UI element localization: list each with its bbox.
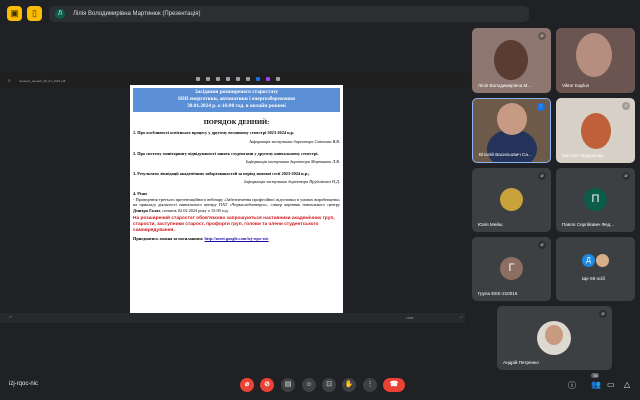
camera-toggle-button[interactable]: ⊘	[260, 378, 274, 392]
mic-off-icon: ⌀	[599, 310, 607, 318]
agenda-item: 2. Про систему моніторингу відвідуваност…	[133, 150, 319, 156]
file-name: порядок_денний_30_01_2024.pdf	[18, 78, 66, 83]
mic-toggle-button[interactable]: ⌀	[240, 378, 254, 392]
avatar: Г	[500, 257, 523, 280]
meet-link[interactable]: http://meet.google.com/izj-rqoc-nic	[205, 236, 269, 241]
participant-tile[interactable]: ⌀ Лілія Володимирівна М...	[472, 28, 551, 93]
participant-tile[interactable]: П ⌀ Павло Сергійович Фед...	[556, 168, 635, 232]
search-icon[interactable]: ⌕	[8, 78, 11, 84]
viewer-statusbar: ▭ 123% ⤢	[0, 313, 465, 323]
agenda-item: 1. Про особливості освітнього процесу у …	[133, 130, 295, 136]
header-line: 30.01.2024 р. о 16:00 год. в онлайн режи…	[187, 102, 286, 109]
speaking-icon: ⁞	[537, 103, 545, 111]
leave-call-button[interactable]: ☎	[383, 378, 405, 392]
presenter-title: Лілія Володимирівна Мартинюк (Презентаці…	[73, 11, 201, 17]
tool-icon[interactable]	[216, 77, 220, 81]
zoom-level: 123%	[406, 316, 414, 320]
document-page: Засідання розширеного старостату ННІ ене…	[130, 85, 343, 318]
agenda-info: Інформація заступника директора Мартинюк…	[245, 159, 340, 165]
more-icon[interactable]	[276, 77, 280, 81]
avatar: Д	[582, 254, 595, 267]
participant-tile[interactable]: ⌀ Юлія Мейш	[472, 168, 551, 232]
emoji-button[interactable]: ☺	[302, 378, 316, 392]
more-options-button[interactable]: ⋮	[363, 378, 377, 392]
agenda-title: ПОРЯДОК ДЕННИЙ:	[203, 119, 270, 127]
mic-off-icon: ⌀	[622, 102, 630, 110]
fullscreen-icon[interactable]: ⤢	[460, 315, 462, 319]
header-line: ННІ енергетики, автоматики і енергозбере…	[178, 95, 295, 102]
raise-hand-button[interactable]: ✋	[342, 378, 356, 392]
misc-text: - Проведення третього презентаційного ве…	[133, 196, 340, 213]
activities-icon[interactable]: △	[624, 380, 630, 389]
people-icon[interactable]: 👥	[591, 380, 601, 389]
mic-off-icon: ⌀	[538, 172, 546, 180]
save-icon[interactable]	[246, 77, 250, 81]
participant-tile[interactable]: Viktor Kaplun	[556, 28, 635, 93]
presentation-pin-button[interactable]: ▯	[27, 6, 42, 21]
doc-header: Засідання розширеного старостату ННІ ене…	[133, 88, 340, 113]
tool-icon[interactable]	[226, 77, 230, 81]
more-participants-tile[interactable]: Д Ще 69 осіб	[556, 237, 635, 301]
header-line: Засідання розширеного старостату	[194, 89, 279, 95]
tool-icon[interactable]	[236, 77, 240, 81]
sidebar-icon[interactable]: ▭	[9, 315, 12, 319]
present-stop-button[interactable]: ▣	[7, 6, 22, 21]
avatar: П	[584, 188, 607, 211]
participant-tile[interactable]: ⌀ Андрій Петренко	[497, 306, 612, 370]
tool-icon[interactable]	[196, 77, 200, 81]
agenda-item: 3. Результати ліквідації академічних заб…	[133, 170, 310, 176]
tool-icon[interactable]	[266, 77, 270, 81]
present-button[interactable]: ⊡	[322, 378, 336, 392]
meeting-code: izj-rqoc-nic	[9, 381, 39, 387]
participant-tile[interactable]: ⌀ Наталія Пруднікова	[556, 98, 635, 163]
tool-icon[interactable]	[256, 77, 260, 81]
agenda-info: Інформація заступника директора Савченка…	[249, 138, 340, 144]
participant-tile[interactable]: ⁞ Віталій Васильович Са...	[472, 98, 551, 163]
info-icon[interactable]: ⓘ	[568, 380, 576, 391]
participant-tile[interactable]: Г ⌀ Група ЕЕЕ-210016	[472, 237, 551, 301]
avatar: Л	[55, 9, 65, 19]
presenter-banner: Л Лілія Володимирівна Мартинюк (Презента…	[49, 6, 529, 22]
join-line: Приєднатись можна за посиланням: http://…	[133, 236, 269, 242]
mic-off-icon: ⌀	[538, 32, 546, 40]
chat-icon[interactable]: ▭	[607, 380, 615, 389]
mic-off-icon: ⌀	[622, 172, 630, 180]
agenda-info: Інформація заступника директора Прудніко…	[244, 179, 340, 185]
tool-icon[interactable]	[206, 77, 210, 81]
people-count-badge: 78	[591, 373, 600, 378]
notice: На розширений старостат обов'язково запр…	[133, 216, 335, 233]
captions-button[interactable]: ▤	[281, 378, 295, 392]
mic-off-icon: ⌀	[538, 241, 546, 249]
